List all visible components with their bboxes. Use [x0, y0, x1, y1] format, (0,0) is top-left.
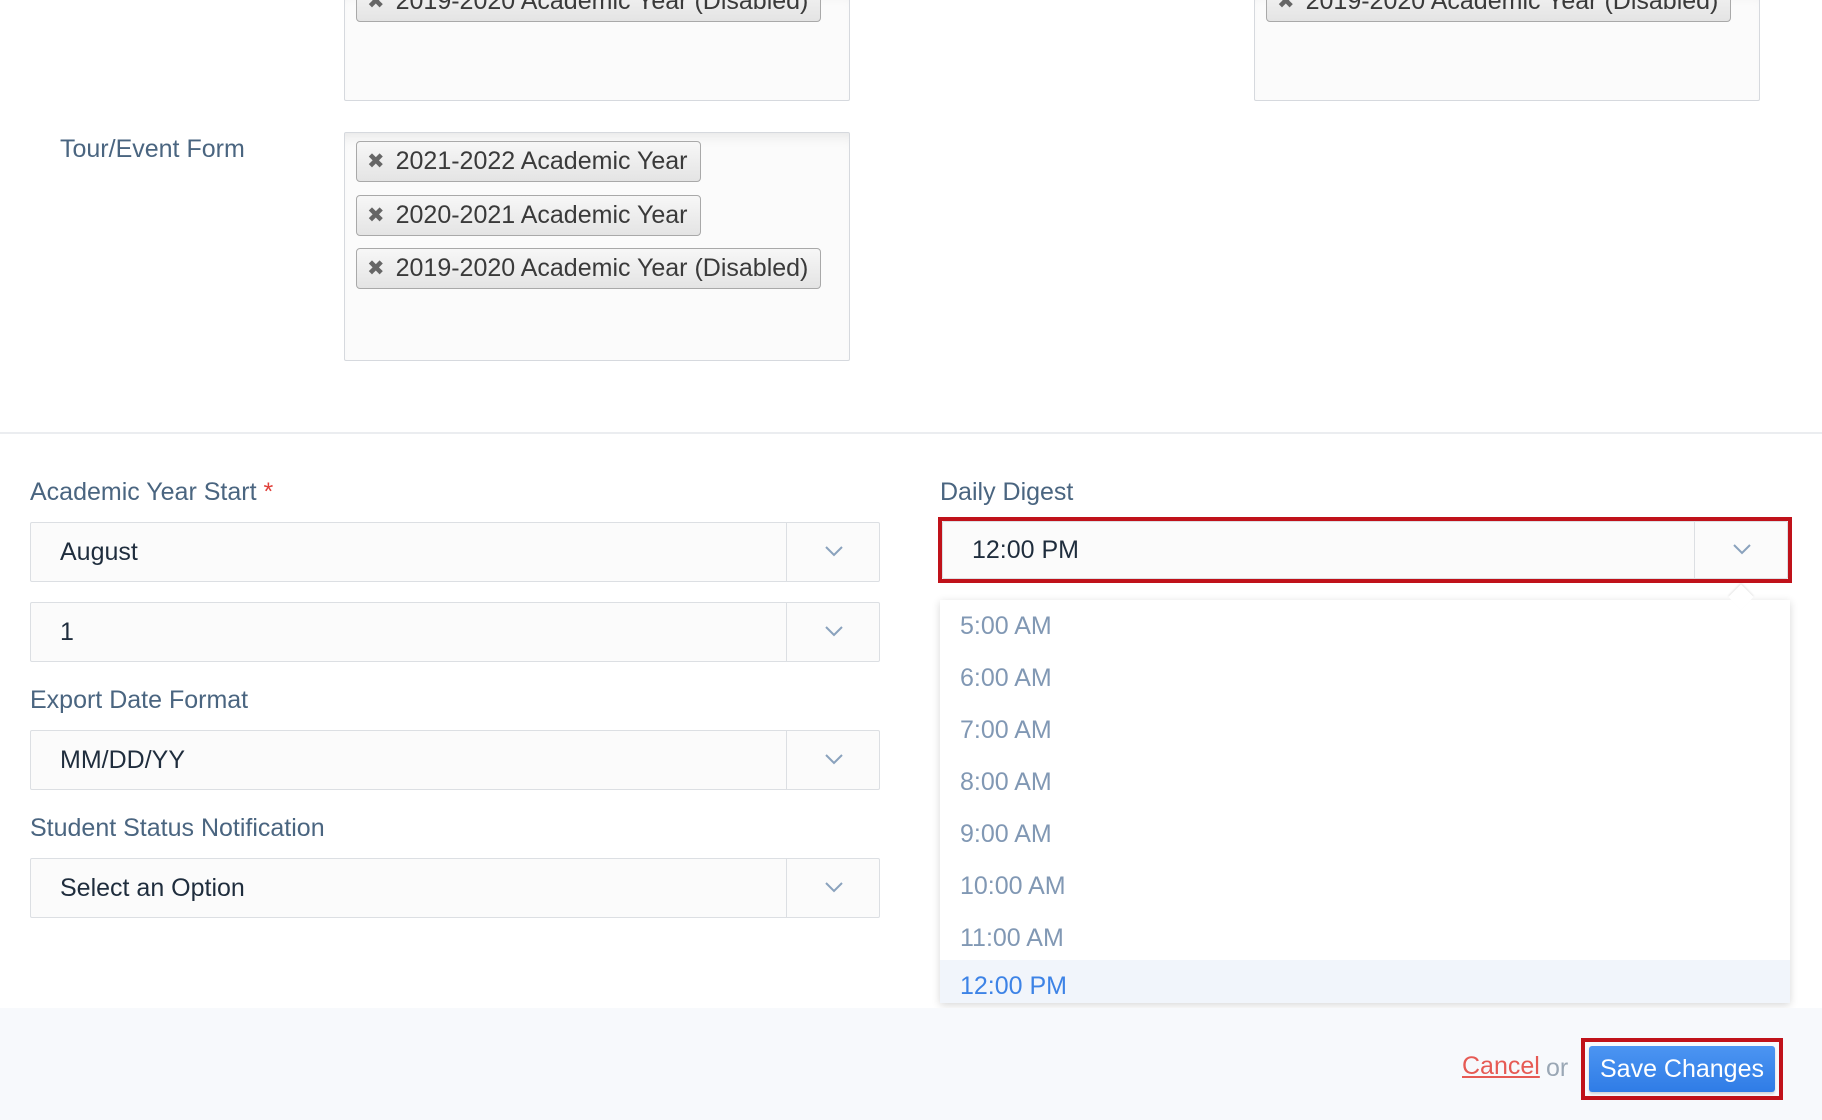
academic-year-start-label: Academic Year Start * [30, 478, 274, 506]
select-value: August [60, 538, 138, 566]
chip-label: 2021-2022 Academic Year [395, 147, 688, 175]
select-toggle[interactable] [786, 731, 879, 789]
top-left-year-select[interactable]: ✖ 2019-2020 Academic Year (Disabled) [344, 0, 850, 101]
option-9am[interactable]: 9:00 AM [940, 808, 1790, 860]
close-icon[interactable]: ✖ [367, 151, 385, 172]
option-10am[interactable]: 10:00 AM [940, 860, 1790, 912]
chip-label: 2019-2020 Academic Year (Disabled) [1305, 0, 1719, 15]
academic-year-day-select[interactable]: 1 [30, 602, 880, 662]
student-status-notification-label: Student Status Notification [30, 814, 325, 842]
student-status-notification-select[interactable]: Select an Option [30, 858, 880, 918]
year-chip: ✖ 2019-2020 Academic Year (Disabled) [1266, 0, 1732, 22]
top-right-year-select[interactable]: ✖ 2019-2020 Academic Year (Disabled) [1254, 0, 1760, 101]
year-chip: ✖ 2021-2022 Academic Year [356, 141, 701, 182]
year-chip: ✖ 2020-2021 Academic Year [356, 195, 701, 236]
export-date-format-select[interactable]: MM/DD/YY [30, 730, 880, 790]
chevron-down-icon [825, 546, 843, 557]
academic-year-month-select[interactable]: August [30, 522, 880, 582]
option-12pm[interactable]: 12:00 PM [940, 960, 1790, 1003]
save-changes-button[interactable]: Save Changes [1589, 1046, 1775, 1092]
chip-label: 2019-2020 Academic Year (Disabled) [395, 254, 809, 282]
select-value: 1 [60, 618, 74, 646]
chevron-down-icon [825, 626, 843, 637]
year-chip: ✖ 2019-2020 Academic Year (Disabled) [356, 248, 822, 289]
export-date-format-label: Export Date Format [30, 686, 249, 714]
daily-digest-options: 5:00 AM 6:00 AM 7:00 AM 8:00 AM 9:00 AM … [940, 600, 1790, 1003]
chevron-down-icon [825, 882, 843, 893]
close-icon[interactable]: ✖ [367, 258, 385, 279]
tour-event-form-label: Tour/Event Form [60, 135, 245, 163]
tour-event-year-select[interactable]: ✖ 2021-2022 Academic Year ✖ 2020-2021 Ac… [344, 132, 850, 361]
required-mark: * [263, 478, 274, 506]
cancel-link[interactable]: Cancel [1462, 1052, 1540, 1081]
option-6am[interactable]: 6:00 AM [940, 652, 1790, 704]
option-11am[interactable]: 11:00 AM [940, 912, 1790, 964]
close-icon[interactable]: ✖ [367, 0, 385, 12]
option-7am[interactable]: 7:00 AM [940, 704, 1790, 756]
or-text: or [1546, 1054, 1569, 1082]
chip-label: 2019-2020 Academic Year (Disabled) [395, 0, 809, 15]
select-value: Select an Option [60, 874, 245, 902]
daily-digest-highlight [938, 517, 1792, 583]
close-icon[interactable]: ✖ [1277, 0, 1295, 12]
option-5am[interactable]: 5:00 AM [940, 600, 1790, 652]
year-chip: ✖ 2019-2020 Academic Year (Disabled) [356, 0, 822, 22]
select-toggle[interactable] [786, 523, 879, 581]
save-highlight: Save Changes [1581, 1038, 1783, 1100]
option-8am[interactable]: 8:00 AM [940, 756, 1790, 808]
chevron-down-icon [825, 754, 843, 765]
daily-digest-label: Daily Digest [940, 478, 1074, 506]
chip-label: 2020-2021 Academic Year [395, 201, 688, 229]
section-divider [0, 432, 1822, 434]
select-toggle[interactable] [786, 603, 879, 661]
select-value: MM/DD/YY [60, 746, 185, 774]
close-icon[interactable]: ✖ [367, 205, 385, 226]
select-toggle[interactable] [786, 859, 879, 917]
